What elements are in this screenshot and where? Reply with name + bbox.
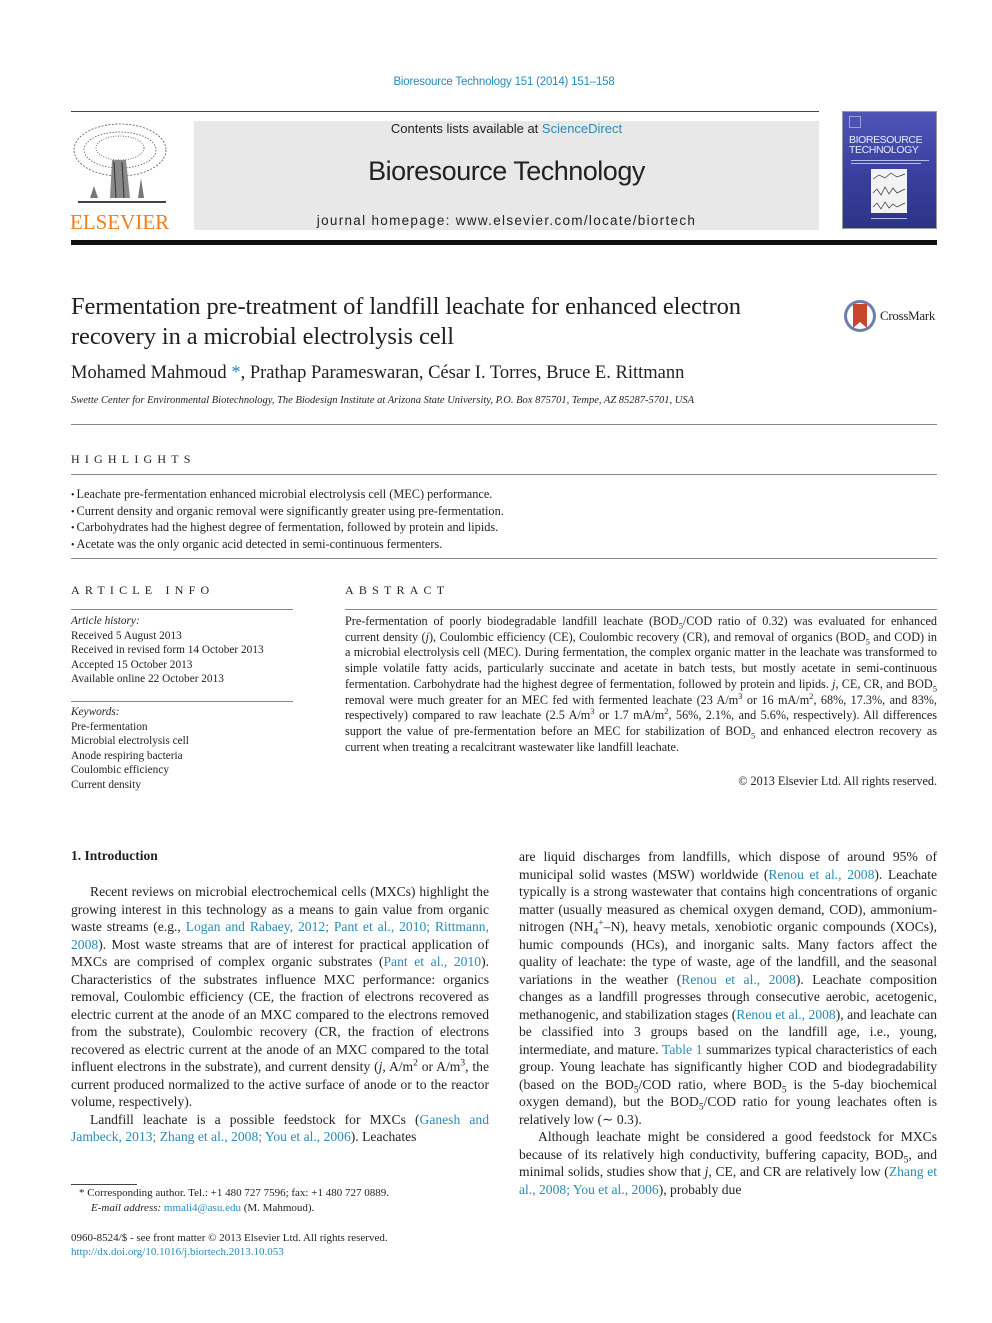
history-item: Accepted 15 October 2013 — [71, 658, 193, 671]
text: ). Leachates — [350, 1129, 417, 1144]
abstract-fragment: ), Coulombic efficiency (CE), Coulombic … — [428, 629, 866, 644]
cover-text-line — [871, 218, 907, 219]
author-names-rest: , Prathap Parameswaran, César I. Torres,… — [240, 363, 685, 383]
citation-link[interactable]: Pant et al., 2010 — [383, 954, 481, 969]
footnote-divider — [71, 1184, 137, 1185]
crossmark-icon — [844, 300, 876, 332]
paragraph: Although leachate might be considered a … — [519, 1128, 937, 1198]
divider — [71, 609, 293, 610]
abstract-fragment: or 16 mA/m — [742, 692, 810, 707]
body-column-right: are liquid discharges from landfills, wh… — [519, 848, 937, 1198]
author-name[interactable]: Mohamed Mahmoud — [71, 363, 227, 383]
history-label: Article history: — [71, 615, 140, 627]
journal-citation-link[interactable]: Bioresource Technology 151 (2014) 151–15… — [0, 76, 992, 88]
body-column-left: Recent reviews on microbial electrochemi… — [71, 883, 489, 1146]
history-item: Received in revised form 14 October 2013 — [71, 644, 264, 656]
text: , CE, and CR are relatively low ( — [708, 1164, 889, 1179]
keyword-item: Microbial electrolysis cell — [71, 735, 189, 747]
keywords: Keywords: Pre-fermentation Microbial ele… — [71, 705, 296, 792]
text: , A/m — [382, 1059, 414, 1074]
paragraph: Landfill leachate is a possible feedstoc… — [71, 1111, 489, 1146]
elsevier-wordmark: ELSEVIER — [70, 210, 170, 234]
article-title: Fermentation pre-treatment of landfill l… — [71, 293, 741, 350]
crossmark-label: CrossMark — [880, 308, 936, 323]
abstract-text: Pre-fermentation of poorly biodegradable… — [345, 614, 937, 755]
text: ), probably due — [658, 1181, 742, 1197]
author-list: Mohamed Mahmoud *, Prathap Parameswaran,… — [71, 363, 684, 384]
highlight-item: Carbohydrates had the highest degree of … — [71, 520, 504, 537]
email-link[interactable]: mmali4@asu.edu — [164, 1202, 241, 1214]
journal-homepage[interactable]: journal homepage: www.elsevier.com/locat… — [194, 213, 819, 228]
highlight-item: Acetate was the only organic acid detect… — [71, 537, 504, 554]
header-thick-divider — [71, 240, 937, 245]
paragraph: Recent reviews on microbial electrochemi… — [71, 883, 489, 1111]
journal-title: Bioresource Technology — [368, 156, 645, 186]
abstract-fragment: or 1.7 mA/m — [594, 708, 665, 723]
keyword-item: Current density — [71, 778, 141, 791]
divider — [71, 474, 937, 475]
cover-logo-icon — [849, 116, 861, 128]
paragraph: are liquid discharges from landfills, wh… — [519, 848, 937, 1128]
article-history: Article history: Received 5 August 2013 … — [71, 614, 296, 687]
text: Landfill leachate is a possible feedstoc… — [90, 1111, 420, 1127]
cover-figure — [871, 169, 907, 213]
journal-cover-image: BIORESOURCE TECHNOLOGY — [842, 111, 937, 229]
citation-link[interactable]: Renou et al., 2008 — [736, 1007, 835, 1022]
footnote: * Corresponding author. Tel.: +1 480 727… — [71, 1186, 389, 1216]
abstract-copyright: © 2013 Elsevier Ltd. All rights reserved… — [738, 774, 937, 788]
keyword-item: Pre-fermentation — [71, 720, 148, 733]
introduction-heading: 1. Introduction — [71, 848, 158, 863]
email-label: E-mail address: — [91, 1202, 164, 1214]
text: ). Characteristics of the substrates inf… — [71, 954, 489, 1074]
divider — [71, 424, 937, 425]
highlight-item: Current density and organic removal were… — [71, 504, 504, 521]
keyword-item: Anode respiring bacteria — [71, 749, 183, 762]
divider — [71, 701, 293, 702]
contents-line: Contents lists available at ScienceDirec… — [194, 121, 819, 136]
keyword-item: Coulombic efficiency — [71, 764, 169, 776]
history-item: Available online 22 October 2013 — [71, 673, 224, 685]
corresponding-author-marker[interactable]: * — [227, 363, 240, 383]
cover-title: BIORESOURCE TECHNOLOGY — [849, 135, 923, 156]
cover-text-line — [851, 160, 929, 161]
divider — [345, 609, 937, 610]
abstract-fragment: , CE, CR, and BOD — [835, 676, 933, 691]
corresponding-author-note: * Corresponding author. Tel.: +1 480 727… — [79, 1187, 389, 1199]
top-divider — [71, 111, 819, 112]
email-line: E-mail address: mmali4@asu.edu (M. Mahmo… — [71, 1201, 389, 1216]
journal-banner: Contents lists available at ScienceDirec… — [194, 121, 819, 230]
article-info-heading: ARTICLE INFO — [71, 583, 215, 597]
issn-block: 0960-8524/$ - see front matter © 2013 El… — [71, 1231, 388, 1259]
abstract-fragment: removal were much greater for an MEC fed… — [345, 692, 739, 707]
citation-link[interactable]: Renou et al., 2008 — [681, 972, 796, 987]
abstract-heading: ABSTRACT — [345, 583, 450, 597]
cover-title-line: TECHNOLOGY — [849, 144, 919, 156]
doi-link[interactable]: http://dx.doi.org/10.1016/j.biortech.201… — [71, 1246, 284, 1258]
issn-line: 0960-8524/$ - see front matter © 2013 El… — [71, 1232, 388, 1244]
text: /COD ratio, where BOD — [638, 1076, 782, 1092]
divider — [71, 558, 937, 559]
keywords-label: Keywords: — [71, 706, 120, 718]
text: or A/m — [417, 1059, 461, 1074]
sciencedirect-link[interactable]: ScienceDirect — [542, 121, 622, 136]
citation-link[interactable]: Renou et al., 2008 — [768, 867, 874, 882]
affiliation: Swette Center for Environmental Biotechn… — [71, 395, 695, 406]
highlight-item: Leachate pre-fermentation enhanced micro… — [71, 487, 504, 504]
table-link[interactable]: Table 1 — [662, 1042, 703, 1057]
history-item: Received 5 August 2013 — [71, 629, 182, 642]
cover-text-line — [851, 163, 921, 164]
email-suffix: (M. Mahmoud). — [240, 1202, 315, 1214]
abstract-fragment: Pre-fermentation of poorly biodegradable… — [345, 614, 679, 628]
text: Although leachate might be considered a … — [519, 1129, 937, 1162]
highlights-list: Leachate pre-fermentation enhanced micro… — [71, 487, 504, 553]
contents-prefix: Contents lists available at — [390, 121, 542, 136]
crossmark-button[interactable]: CrossMark — [843, 298, 937, 334]
highlights-heading: HIGHLIGHTS — [71, 452, 196, 466]
